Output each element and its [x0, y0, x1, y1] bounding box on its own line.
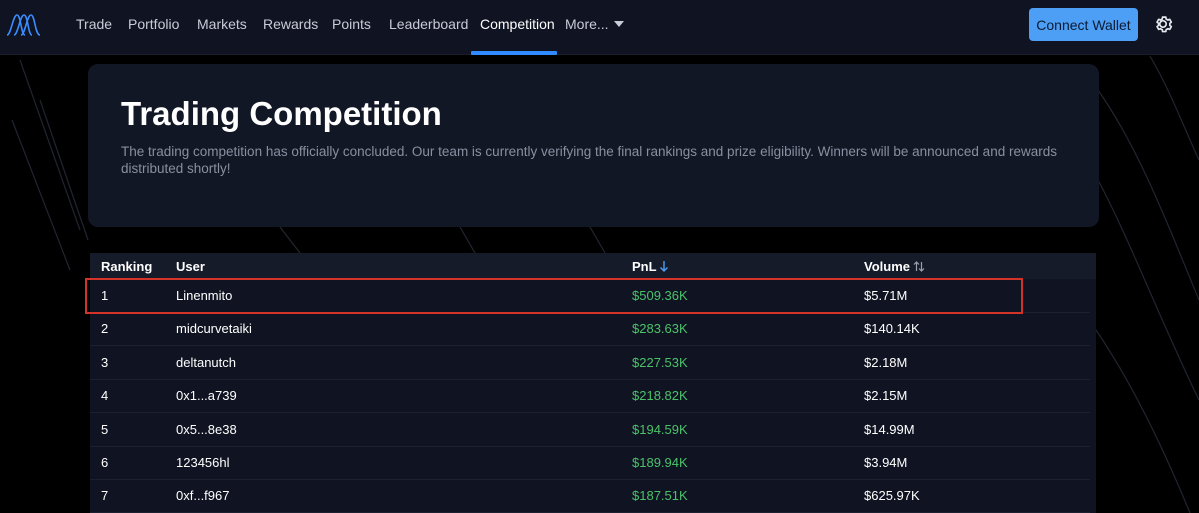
table-row[interactable]: 3 deltanutch $227.53K $2.18M: [90, 346, 1090, 380]
table-row[interactable]: 6 123456hl $189.94K $3.94M: [90, 446, 1090, 480]
user-cell: deltanutch: [176, 355, 236, 370]
active-tab-indicator: [471, 51, 557, 55]
table-row[interactable]: 4 0x1...a739 $218.82K $2.15M: [90, 379, 1090, 413]
nav-markets[interactable]: Markets: [197, 0, 247, 55]
nav-leaderboard[interactable]: Leaderboard: [389, 0, 468, 55]
page-title: Trading Competition: [121, 95, 442, 132]
header-user: User: [176, 259, 205, 274]
volume-cell: $2.18M: [864, 355, 908, 370]
volume-cell: $625.97K: [864, 488, 920, 503]
rank-cell: 4: [101, 388, 109, 403]
chevron-down-icon[interactable]: [614, 21, 624, 27]
rank-cell: 7: [101, 488, 109, 503]
nav-trade[interactable]: Trade: [76, 0, 112, 55]
table-header: Ranking User PnL Volume: [90, 253, 1096, 279]
table-row[interactable]: 7 0xf...f967 $187.51K $625.97K: [90, 479, 1090, 513]
arrow-down-icon[interactable]: [658, 260, 670, 273]
table-row[interactable]: 2 midcurvetaiki $283.63K $140.14K: [90, 312, 1090, 346]
rank-cell: 5: [101, 422, 109, 437]
user-cell: 123456hl: [176, 455, 230, 470]
rank-cell: 6: [101, 455, 109, 470]
header-pnl[interactable]: PnL: [632, 259, 657, 274]
user-cell: midcurvetaiki: [176, 321, 252, 336]
rank-cell: 3: [101, 355, 109, 370]
gear-icon[interactable]: [1152, 13, 1174, 35]
connect-wallet-button[interactable]: Connect Wallet: [1029, 8, 1138, 41]
pnl-cell: $283.63K: [632, 321, 688, 336]
table-row[interactable]: 5 0x5...8e38 $194.59K $14.99M: [90, 413, 1090, 447]
volume-cell: $3.94M: [864, 455, 908, 470]
user-cell: 0x5...8e38: [176, 422, 237, 437]
user-cell: 0xf...f967: [176, 488, 230, 503]
rank-cell: 1: [101, 288, 109, 303]
sort-updown-icon[interactable]: [913, 260, 925, 273]
nav-competition[interactable]: Competition: [480, 0, 555, 55]
nav-portfolio[interactable]: Portfolio: [128, 0, 179, 55]
header-volume[interactable]: Volume: [864, 259, 910, 274]
top-nav-bar: Trade Portfolio Markets Rewards Points L…: [0, 0, 1199, 55]
competition-table: Ranking User PnL Volume 1 Linenmito $509…: [90, 253, 1096, 513]
nav-more[interactable]: More...: [565, 0, 609, 55]
volume-cell: $5.71M: [864, 288, 908, 303]
logo-icon[interactable]: [6, 11, 42, 37]
header-ranking: Ranking: [101, 259, 153, 274]
nav-rewards[interactable]: Rewards: [263, 0, 318, 55]
pnl-cell: $509.36K: [632, 288, 688, 303]
pnl-cell: $194.59K: [632, 422, 688, 437]
pnl-cell: $187.51K: [632, 488, 688, 503]
user-cell: Linenmito: [176, 288, 233, 303]
volume-cell: $2.15M: [864, 388, 908, 403]
pnl-cell: $218.82K: [632, 388, 688, 403]
volume-cell: $14.99M: [864, 422, 915, 437]
user-cell: 0x1...a739: [176, 388, 237, 403]
rank-cell: 2: [101, 321, 109, 336]
competition-description: The trading competition has officially c…: [121, 144, 1057, 176]
competition-hero-card: Trading Competition The trading competit…: [88, 64, 1099, 227]
volume-cell: $140.14K: [864, 321, 920, 336]
table-row[interactable]: 1 Linenmito $509.36K $5.71M: [90, 279, 1090, 313]
pnl-cell: $189.94K: [632, 455, 688, 470]
nav-points[interactable]: Points: [332, 0, 371, 55]
pnl-cell: $227.53K: [632, 355, 688, 370]
